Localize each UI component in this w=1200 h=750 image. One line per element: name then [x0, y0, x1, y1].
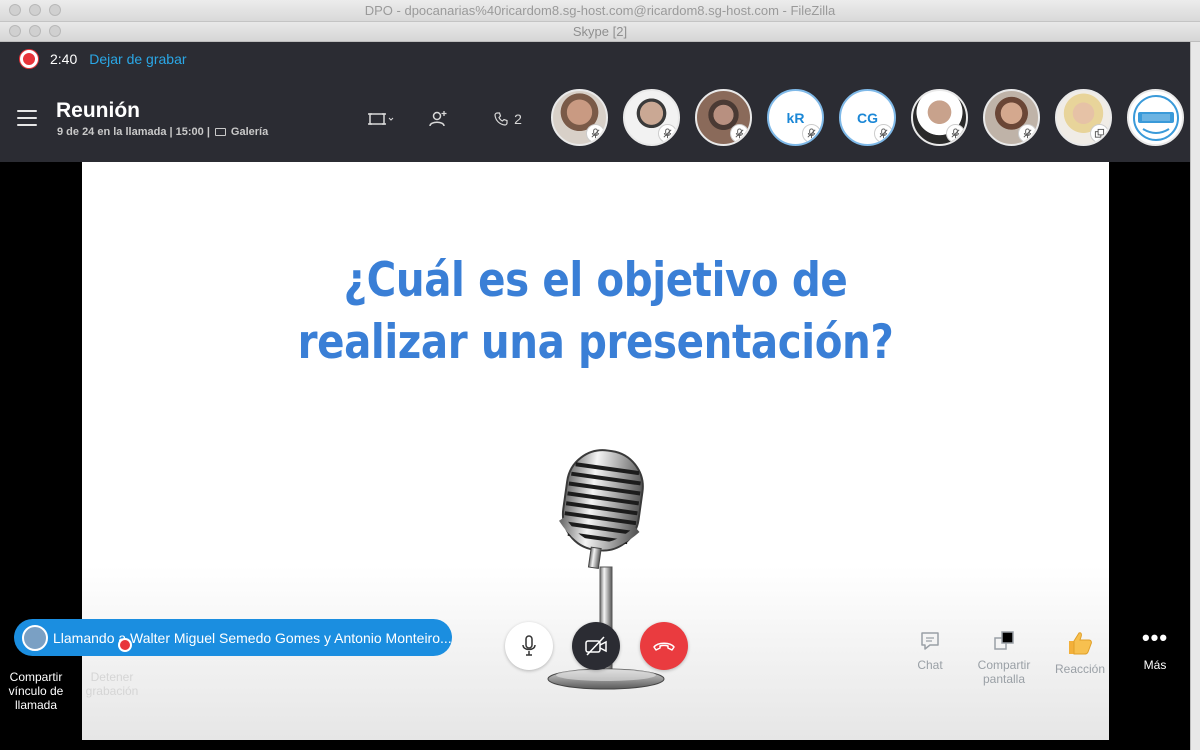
reta-logo-icon — [1132, 94, 1179, 141]
slide-heading-line1: ¿Cuál es el objetivo de — [343, 253, 848, 308]
mic-muted-icon — [658, 124, 677, 143]
phone-icon — [494, 112, 508, 126]
reaction-button[interactable]: Reacción — [1040, 630, 1120, 676]
mic-muted-icon — [730, 124, 749, 143]
recording-dot-icon — [20, 50, 38, 68]
stop-recording-link[interactable]: Dejar de grabar — [89, 51, 186, 67]
recording-time: 2:40 — [50, 51, 78, 67]
thumbs-up-icon — [1069, 632, 1092, 655]
share-link-label-line3: llamada — [14, 698, 58, 712]
reaction-label: Reacción — [1054, 662, 1106, 676]
hang-up-icon — [653, 642, 675, 651]
participant-initials: kR — [786, 109, 805, 126]
chat-label: Chat — [917, 658, 943, 672]
slide-heading-line2: realizar una presentación? — [297, 315, 894, 370]
layout-toggle-button[interactable] — [362, 104, 398, 134]
chat-icon — [921, 632, 939, 650]
calling-status-pill[interactable]: Llamando a Walter Miguel Semedo Gomes y … — [14, 619, 452, 656]
stop-recording-button[interactable]: Detener grabación — [80, 670, 144, 698]
more-options-button[interactable]: ••• Más — [1115, 625, 1195, 673]
add-participant-button[interactable] — [424, 104, 452, 134]
stop-recording-label-line2: grabación — [85, 684, 139, 698]
participant-avatar-kr[interactable]: kR — [767, 89, 824, 146]
hang-up-button[interactable] — [640, 622, 688, 670]
screen-share-icon — [1090, 124, 1109, 143]
participant-avatar[interactable] — [695, 89, 752, 146]
add-person-icon — [429, 111, 447, 127]
filezilla-titlebar: DPO - dpocanarias%40ricardom8.sg-host.co… — [0, 0, 1200, 22]
microphone-icon — [522, 635, 536, 656]
participant-avatar[interactable] — [623, 89, 680, 146]
video-off-icon — [585, 636, 607, 656]
calls-count: 2 — [514, 111, 522, 127]
share-screen-label: Compartir pantalla — [978, 658, 1031, 686]
chat-button[interactable]: Chat — [890, 630, 970, 672]
share-screen-icon — [994, 631, 1014, 650]
meeting-title: Reunión — [56, 99, 140, 122]
share-screen-label-line2: pantalla — [982, 672, 1026, 686]
more-options-icon: ••• — [1141, 625, 1169, 650]
mic-muted-icon — [946, 124, 965, 143]
gallery-view-icon — [214, 128, 226, 136]
filezilla-window-title: DPO - dpocanarias%40ricardom8.sg-host.co… — [364, 3, 836, 18]
fullscreen-icon — [368, 113, 394, 125]
share-screen-label-line1: Compartir — [977, 658, 1031, 672]
meeting-subtitle: 9 de 24 en la llamada | 15:00 | Galería — [57, 126, 268, 138]
calling-status-text: Llamando a Walter Miguel Semedo Gomes y … — [53, 629, 452, 646]
participant-avatar-logo[interactable] — [1127, 89, 1184, 146]
slide-heading: ¿Cuál es el objetivo de realizar una pre… — [154, 250, 1037, 374]
participant-avatar[interactable] — [1055, 89, 1112, 146]
share-call-link-button[interactable]: Compartir vínculo de llamada — [4, 670, 68, 712]
participant-avatar-cg[interactable]: CG — [839, 89, 896, 146]
mic-muted-icon — [802, 124, 821, 143]
participant-avatar[interactable] — [911, 89, 968, 146]
skype-titlebar: Skype [2] — [0, 22, 1200, 42]
share-screen-button[interactable]: Compartir pantalla — [964, 630, 1044, 686]
more-label: Más — [1143, 658, 1167, 672]
calls-button[interactable]: 2 — [490, 104, 526, 134]
call-header: 2:40 Dejar de grabar Reunión 9 de 24 en … — [0, 42, 1190, 162]
skype-window-title: Skype [2] — [572, 24, 628, 39]
video-toggle-button[interactable] — [572, 622, 620, 670]
stop-recording-dot-icon[interactable] — [118, 638, 132, 652]
participant-avatar[interactable] — [983, 89, 1040, 146]
share-link-label-line1: Compartir — [9, 670, 63, 684]
mic-muted-icon — [1018, 124, 1037, 143]
calling-avatar — [22, 624, 48, 651]
microphone-button[interactable] — [505, 622, 553, 670]
participant-avatar[interactable] — [551, 89, 608, 146]
recording-bar: 2:40 Dejar de grabar — [20, 50, 187, 68]
mic-muted-icon — [586, 124, 605, 143]
participant-strip: kR CG — [551, 89, 1184, 146]
menu-icon[interactable] — [17, 110, 37, 126]
view-mode-label[interactable]: Galería — [231, 126, 268, 138]
participant-initials: CG — [857, 109, 878, 126]
participant-count: 9 de 24 en la llamada | 15:00 | — [57, 126, 210, 138]
screen: DPO - dpocanarias%40ricardom8.sg-host.co… — [0, 0, 1200, 750]
stop-recording-label-line1: Detener — [90, 670, 134, 684]
mic-muted-icon — [874, 124, 893, 143]
share-link-label-line2: vínculo de — [8, 684, 64, 698]
